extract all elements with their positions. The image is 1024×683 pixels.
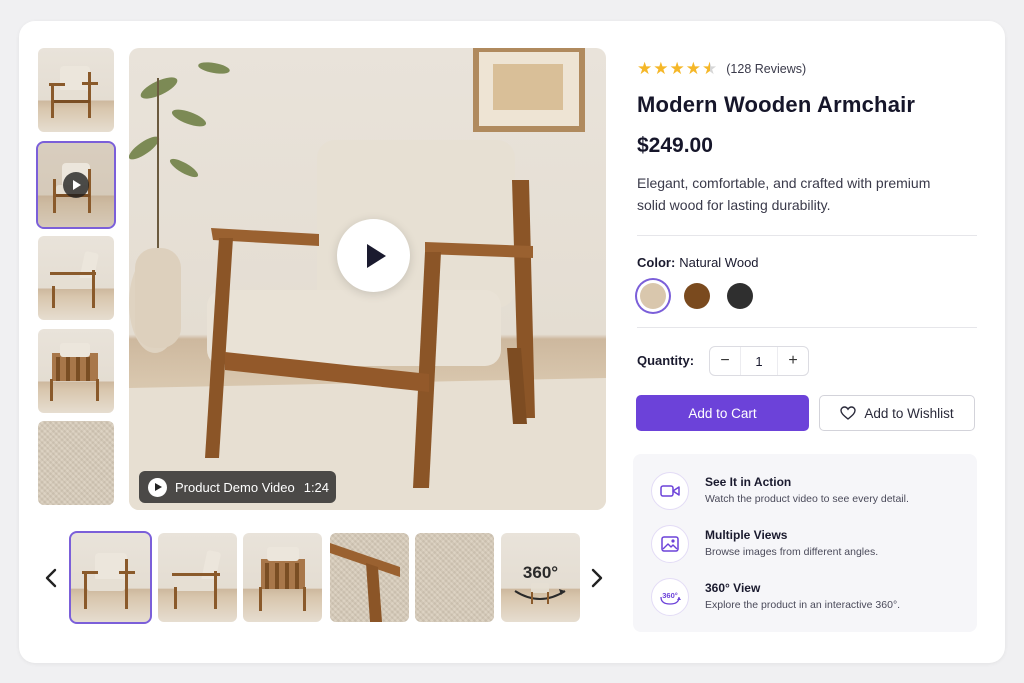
feature-desc: Watch the product video to see every det… (705, 493, 909, 505)
bottom-thumb-back[interactable] (243, 533, 322, 622)
video-label: Product Demo Video (175, 479, 295, 495)
rotate-360-icon: 360° (651, 578, 689, 616)
svg-text:360°: 360° (662, 591, 678, 600)
add-to-wishlist-button[interactable]: Add to Wishlist (819, 395, 975, 431)
side-thumb-video[interactable] (36, 141, 116, 229)
play-video-button[interactable] (337, 219, 410, 292)
bottom-thumb-front[interactable] (69, 531, 152, 624)
feature-desc: Explore the product in an interactive 36… (705, 599, 901, 611)
prev-arrow-icon[interactable] (44, 567, 58, 589)
increase-quantity-button[interactable]: + (778, 347, 808, 375)
side-thumb-front[interactable] (38, 48, 114, 132)
rating: ★ ★ ★ ★ ★ (128 Reviews) (637, 60, 806, 77)
feature-title: 360° View (705, 581, 761, 595)
feature-multiple-views: Multiple Views Browse images from differ… (651, 525, 971, 565)
color-label: Color: Natural Wood (637, 255, 759, 270)
side-thumb-fabric[interactable] (38, 421, 114, 505)
feature-see-it-in-action: See It in Action Watch the product video… (651, 472, 971, 512)
selected-color-name: Natural Wood (679, 255, 759, 270)
armrest-detail-image (330, 543, 400, 622)
star-icon: ★ (653, 59, 669, 78)
feature-title: Multiple Views (705, 528, 788, 542)
feature-title: See It in Action (705, 475, 792, 489)
quantity-stepper: − 1 + (709, 346, 809, 376)
play-circle-icon (148, 477, 167, 497)
bottom-thumb-fabric[interactable] (415, 533, 494, 622)
bottom-thumb-armrest-detail[interactable] (330, 533, 409, 622)
feature-360-view: 360° 360° View Explore the product in an… (651, 578, 971, 618)
product-description: Elegant, comfortable, and crafted with p… (637, 175, 931, 213)
color-swatch-natural-wood[interactable] (640, 283, 666, 309)
review-count-link[interactable]: (128 Reviews) (726, 62, 806, 76)
video-camera-icon (651, 472, 689, 510)
heart-icon (840, 406, 857, 420)
play-icon (63, 172, 89, 198)
star-icon: ★ (637, 59, 653, 78)
features-panel: See It in Action Watch the product video… (633, 454, 977, 632)
chair-thumbnail-image (82, 553, 135, 609)
chair-thumbnail-image (172, 550, 221, 609)
star-icon: ★ (669, 59, 685, 78)
star-icon: ★ (685, 59, 701, 78)
chair-thumbnail-image (259, 547, 306, 611)
quantity-label: Quantity: (637, 353, 695, 368)
color-swatch-walnut[interactable] (684, 283, 710, 309)
product-demo-video-badge[interactable]: Product Demo Video 1:24 (139, 471, 336, 503)
half-star-icon: ★ (702, 59, 718, 78)
side-thumb-side[interactable] (38, 236, 114, 320)
quantity-value[interactable]: 1 (740, 347, 778, 375)
color-label-text: Color: (637, 255, 676, 270)
product-price: $249.00 (637, 134, 713, 157)
wishlist-label: Add to Wishlist (864, 405, 954, 421)
color-swatch-charcoal[interactable] (727, 283, 753, 309)
side-thumb-back[interactable] (38, 329, 114, 413)
chair-thumbnail-image (49, 66, 98, 118)
divider (637, 327, 977, 328)
bottom-thumb-side[interactable] (158, 533, 237, 622)
rotate-360-icon (514, 583, 566, 604)
add-to-cart-button[interactable]: Add to Cart (636, 395, 809, 431)
product-title: Modern Wooden Armchair (637, 92, 916, 117)
bottom-thumb-360[interactable]: 360° (501, 533, 580, 622)
chair-thumbnail-image (50, 343, 99, 401)
video-duration: 1:24 (303, 479, 330, 495)
feature-desc: Browse images from different angles. (705, 546, 879, 558)
chair-thumbnail-image (50, 251, 99, 308)
next-arrow-icon[interactable] (590, 567, 604, 589)
divider (637, 235, 977, 236)
image-gallery-icon (651, 525, 689, 563)
decrease-quantity-button[interactable]: − (710, 347, 740, 375)
